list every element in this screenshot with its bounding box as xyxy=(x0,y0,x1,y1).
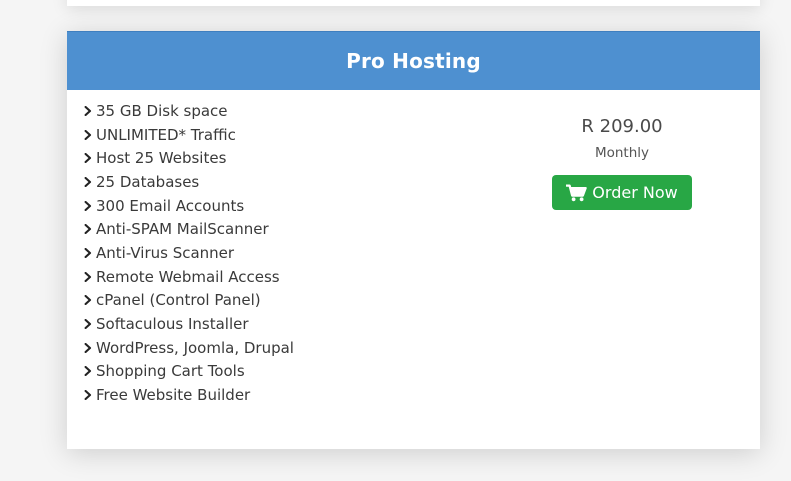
previous-plan-card xyxy=(67,0,760,6)
plan-card-header: Pro Hosting xyxy=(67,31,760,90)
feature-label: WordPress, Joomla, Drupal xyxy=(96,338,294,357)
chevron-right-icon xyxy=(84,342,96,353)
feature-item: 25 Databases xyxy=(84,170,294,194)
feature-item: Softaculous Installer xyxy=(84,312,294,336)
feature-item: Host 25 Websites xyxy=(84,146,294,170)
feature-item: cPanel (Control Panel) xyxy=(84,289,294,313)
feature-label: Remote Webmail Access xyxy=(96,267,280,286)
chevron-right-icon xyxy=(84,271,96,282)
order-now-button[interactable]: Order Now xyxy=(552,175,692,210)
chevron-right-icon xyxy=(84,319,96,330)
feature-item: WordPress, Joomla, Drupal xyxy=(84,336,294,360)
chevron-right-icon xyxy=(84,200,96,211)
feature-label: Free Website Builder xyxy=(96,386,251,405)
feature-label: UNLIMITED* Traffic xyxy=(96,125,236,144)
chevron-right-icon xyxy=(84,224,96,235)
chevron-right-icon xyxy=(84,295,96,306)
chevron-right-icon xyxy=(84,366,96,377)
feature-item: Anti-SPAM MailScanner xyxy=(84,217,294,241)
billing-period: Monthly xyxy=(594,145,650,161)
chevron-right-icon xyxy=(84,390,96,401)
feature-label: Anti-SPAM MailScanner xyxy=(96,220,269,239)
feature-label: Host 25 Websites xyxy=(96,149,227,168)
feature-item: Remote Webmail Access xyxy=(84,265,294,289)
chevron-right-icon xyxy=(84,129,96,140)
feature-label: Anti-Virus Scanner xyxy=(96,243,235,262)
feature-label: Softaculous Installer xyxy=(96,315,249,334)
chevron-right-icon xyxy=(84,105,96,116)
feature-label: 25 Databases xyxy=(96,172,200,191)
feature-list: 35 GB Disk space UNLIMITED* Traffic Host 2… xyxy=(84,99,294,407)
chevron-right-icon xyxy=(84,153,96,164)
chevron-right-icon xyxy=(84,176,96,187)
order-now-label: Order Now xyxy=(592,183,678,202)
feature-item: UNLIMITED* Traffic xyxy=(84,123,294,147)
chevron-right-icon xyxy=(84,247,96,258)
plan-title: Pro Hosting xyxy=(346,49,481,73)
feature-label: cPanel (Control Panel) xyxy=(96,291,261,310)
plan-price: R 209.00 xyxy=(581,116,663,137)
feature-label: Shopping Cart Tools xyxy=(96,362,245,381)
feature-item: 35 GB Disk space xyxy=(84,99,294,123)
feature-item: 300 Email Accounts xyxy=(84,194,294,218)
pricing-block: R 209.00 Monthly Order Now xyxy=(552,113,692,210)
feature-item: Free Website Builder xyxy=(84,383,294,407)
feature-item: Anti-Virus Scanner xyxy=(84,241,294,265)
feature-label: 35 GB Disk space xyxy=(96,101,228,120)
feature-item: Shopping Cart Tools xyxy=(84,360,294,384)
plan-card: Pro Hosting 35 GB Disk space UNLIMITED* T… xyxy=(67,31,760,449)
feature-label: 300 Email Accounts xyxy=(96,196,245,215)
shopping-cart-icon xyxy=(566,183,588,202)
